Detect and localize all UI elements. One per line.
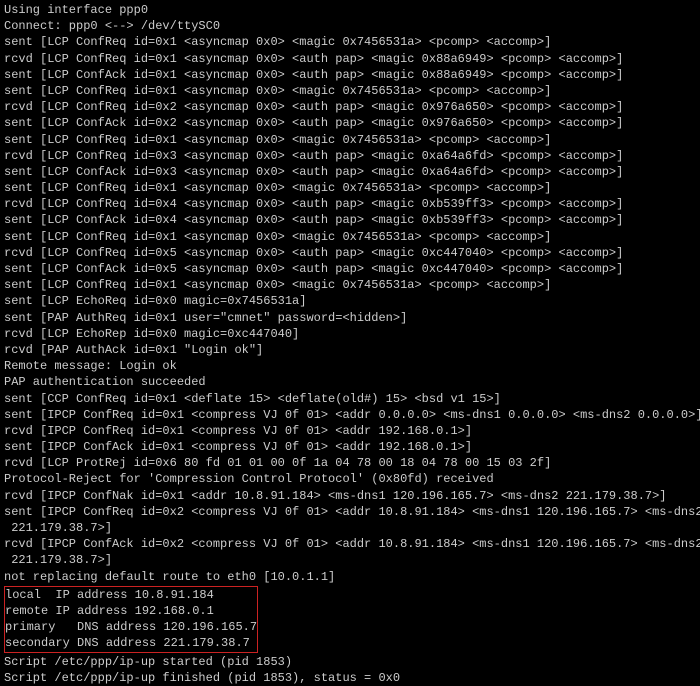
log-line: sent [IPCP ConfReq id=0x2 <compress VJ 0… (4, 504, 696, 520)
log-line: sent [LCP ConfAck id=0x1 <asyncmap 0x0> … (4, 67, 696, 83)
secondary-dns-line: secondary DNS address 221.179.38.7 (5, 635, 257, 651)
local-ip-line: local IP address 10.8.91.184 (5, 587, 257, 603)
log-line: sent [LCP ConfReq id=0x1 <asyncmap 0x0> … (4, 34, 696, 50)
log-line: Script /etc/ppp/ip-up started (pid 1853) (4, 654, 696, 670)
log-line: rcvd [LCP ConfReq id=0x3 <asyncmap 0x0> … (4, 148, 696, 164)
log-line: rcvd [LCP EchoRep id=0x0 magic=0xc447040… (4, 326, 696, 342)
log-line: sent [LCP ConfReq id=0x1 <asyncmap 0x0> … (4, 180, 696, 196)
log-line: 221.179.38.7>] (4, 520, 696, 536)
log-line: Using interface ppp0 (4, 2, 696, 18)
log-line: rcvd [LCP ProtRej id=0x6 80 fd 01 01 00 … (4, 455, 696, 471)
log-line: sent [IPCP ConfAck id=0x1 <compress VJ 0… (4, 439, 696, 455)
log-line: not replacing default route to eth0 [10.… (4, 569, 696, 585)
terminal-output: Using interface ppp0 Connect: ppp0 <--> … (4, 2, 696, 686)
log-line: rcvd [IPCP ConfNak id=0x1 <addr 10.8.91.… (4, 488, 696, 504)
log-line: Connect: ppp0 <--> /dev/ttySC0 (4, 18, 696, 34)
log-line: sent [LCP ConfAck id=0x4 <asyncmap 0x0> … (4, 212, 696, 228)
log-line: sent [LCP ConfReq id=0x1 <asyncmap 0x0> … (4, 132, 696, 148)
log-line: rcvd [LCP ConfReq id=0x4 <asyncmap 0x0> … (4, 196, 696, 212)
log-line: Protocol-Reject for 'Compression Control… (4, 471, 696, 487)
primary-dns-line: primary DNS address 120.196.165.7 (5, 619, 257, 635)
log-line: sent [LCP ConfAck id=0x2 <asyncmap 0x0> … (4, 115, 696, 131)
log-line: rcvd [IPCP ConfReq id=0x1 <compress VJ 0… (4, 423, 696, 439)
log-line: rcvd [LCP ConfReq id=0x2 <asyncmap 0x0> … (4, 99, 696, 115)
highlighted-ip-info: local IP address 10.8.91.184 remote IP a… (4, 586, 258, 653)
log-line: rcvd [IPCP ConfAck id=0x2 <compress VJ 0… (4, 536, 696, 552)
log-line: PAP authentication succeeded (4, 374, 696, 390)
log-line: sent [LCP ConfReq id=0x1 <asyncmap 0x0> … (4, 277, 696, 293)
log-line: sent [LCP ConfReq id=0x1 <asyncmap 0x0> … (4, 229, 696, 245)
log-line: sent [IPCP ConfReq id=0x1 <compress VJ 0… (4, 407, 696, 423)
log-line: Script /etc/ppp/ip-up finished (pid 1853… (4, 670, 696, 686)
log-line: 221.179.38.7>] (4, 552, 696, 568)
log-line: sent [CCP ConfReq id=0x1 <deflate 15> <d… (4, 391, 696, 407)
log-line: sent [LCP ConfAck id=0x5 <asyncmap 0x0> … (4, 261, 696, 277)
log-line: rcvd [PAP AuthAck id=0x1 "Login ok"] (4, 342, 696, 358)
log-line: sent [LCP ConfReq id=0x1 <asyncmap 0x0> … (4, 83, 696, 99)
log-line: sent [LCP ConfAck id=0x3 <asyncmap 0x0> … (4, 164, 696, 180)
remote-ip-line: remote IP address 192.168.0.1 (5, 603, 257, 619)
log-line: rcvd [LCP ConfReq id=0x5 <asyncmap 0x0> … (4, 245, 696, 261)
log-line: sent [LCP EchoReq id=0x0 magic=0x7456531… (4, 293, 696, 309)
log-line: rcvd [LCP ConfReq id=0x1 <asyncmap 0x0> … (4, 51, 696, 67)
log-line: sent [PAP AuthReq id=0x1 user="cmnet" pa… (4, 310, 696, 326)
log-line: Remote message: Login ok (4, 358, 696, 374)
